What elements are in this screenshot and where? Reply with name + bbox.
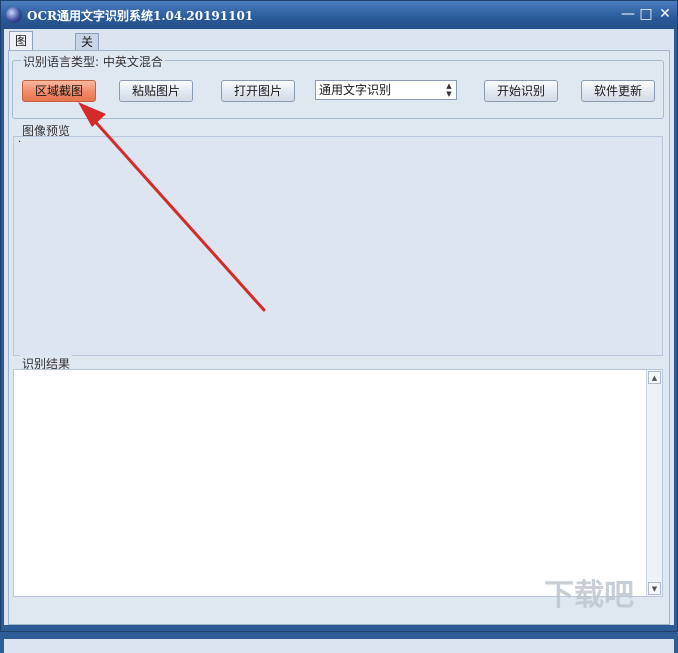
app-globe-icon — [6, 7, 22, 23]
tab-image-recognition[interactable]: 图像识别 — [9, 31, 34, 105]
result-textbox[interactable]: ▲ ▼ — [13, 369, 663, 597]
language-type-label: 识别语言类型: 中英文混合 — [21, 53, 165, 70]
open-image-button[interactable]: 打开图片 — [221, 80, 295, 102]
client-area: 图像识别 关于 识别语言类型: 中英文混合 区域截图 粘贴图片 打开图片 通用文… — [4, 29, 674, 653]
result-scrollbar[interactable]: ▲ ▼ — [646, 370, 662, 596]
tab-panel: 识别语言类型: 中英文混合 区域截图 粘贴图片 打开图片 通用文字识别 ▲ ▼ 开… — [8, 50, 670, 625]
spin-arrows-icon[interactable]: ▲ ▼ — [443, 82, 455, 98]
close-button[interactable]: ✕ — [656, 6, 674, 22]
paste-image-button[interactable]: 粘贴图片 — [119, 80, 193, 102]
tab-about[interactable]: 关于 — [75, 33, 100, 66]
status-bar — [4, 639, 674, 653]
scroll-up-icon[interactable]: ▲ — [648, 371, 661, 384]
area-capture-button[interactable]: 区域截图 — [22, 80, 96, 102]
toolbar-group: 识别语言类型: 中英文混合 区域截图 粘贴图片 打开图片 通用文字识别 ▲ ▼ 开… — [12, 53, 664, 119]
software-update-button[interactable]: 软件更新 — [581, 80, 655, 102]
image-preview-area[interactable]: · — [13, 136, 663, 356]
title-bar[interactable]: OCR通用文字识别系统1.04.20191101 — □ ✕ — [1, 1, 677, 29]
recognition-mode-value: 通用文字识别 — [319, 83, 392, 97]
watermark-text: 下载吧 — [544, 578, 634, 613]
maximize-button[interactable]: □ — [637, 6, 655, 22]
app-window: OCR通用文字识别系统1.04.20191101 — □ ✕ 图像识别 关于 识… — [0, 0, 678, 653]
watermark-logo: 下载吧 — [544, 578, 634, 613]
preview-dot: · — [18, 137, 22, 148]
recognition-mode-select[interactable]: 通用文字识别 ▲ ▼ — [315, 80, 457, 100]
preview-group: 图像预览 · — [12, 122, 664, 356]
minimize-button[interactable]: — — [619, 6, 637, 22]
start-recognition-button[interactable]: 开始识别 — [484, 80, 558, 102]
result-group: 识别结果 ▲ ▼ — [12, 355, 664, 599]
window-title: OCR通用文字识别系统1.04.20191101 — [27, 9, 254, 23]
